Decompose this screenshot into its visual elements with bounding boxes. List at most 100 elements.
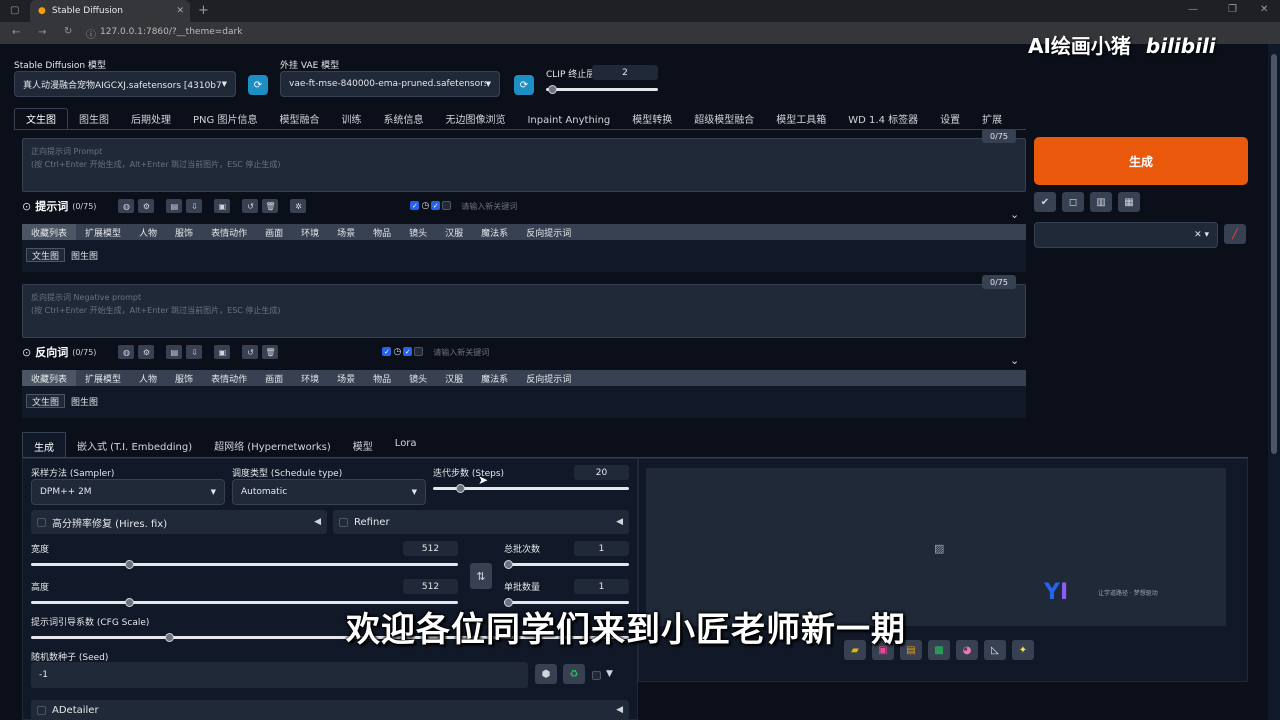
browser-tab[interactable]: ● Stable Diffusion ✕	[30, 0, 190, 22]
generate-button[interactable]: 生成	[1034, 137, 1248, 185]
adetailer-checkbox[interactable]	[37, 705, 46, 715]
main-tab[interactable]: 模型工具箱	[765, 111, 837, 129]
category-tab[interactable]: 魔法系	[472, 224, 517, 240]
reuse-seed-button[interactable]: ♻	[563, 664, 585, 684]
category-tab[interactable]: 收藏列表	[22, 370, 77, 386]
language-icon[interactable]: ◍	[118, 199, 135, 213]
batch-count-input[interactable]: 1	[574, 541, 629, 556]
extra-seed-checkbox[interactable]	[592, 671, 601, 680]
reload-icon[interactable]: ↻	[64, 26, 72, 37]
expand-icon[interactable]: ⌄	[1010, 354, 1019, 367]
collapse-arrow-icon[interactable]: ◀	[314, 517, 321, 527]
collapse-icon[interactable]: ⊙	[22, 346, 31, 359]
main-tab[interactable]: 训练	[330, 111, 372, 129]
main-tab[interactable]: WD 1.4 标签器	[837, 111, 929, 129]
width-slider[interactable]	[31, 560, 458, 569]
schedule-select[interactable]: Automatic ▼	[232, 479, 426, 505]
close-tab-icon[interactable]: ✕	[176, 6, 184, 16]
settings-icon[interactable]: ⚙	[138, 199, 155, 213]
toggle-checkbox[interactable]: ✓	[382, 347, 392, 356]
model-select[interactable]: 真人动漫融合宠物AIGCXJ.safetensors [4310b7l ▼	[14, 71, 236, 97]
sub-tab[interactable]: 图生图	[65, 248, 105, 262]
copy-icon[interactable]: ▣	[214, 345, 231, 359]
toggle-checkbox[interactable]: ✓	[410, 201, 420, 210]
undo-icon[interactable]: ↺	[242, 345, 259, 359]
gear-icon[interactable]: ✲	[290, 199, 307, 213]
trash-icon[interactable]: ▥	[1090, 192, 1112, 212]
main-tab[interactable]: Inpaint Anything	[516, 115, 621, 129]
styles-select[interactable]: ✕ ▾	[1034, 222, 1218, 248]
back-icon[interactable]: ←	[12, 27, 20, 38]
collapse-icon[interactable]: ⊙	[22, 200, 31, 213]
generation-tab[interactable]: 超网络 (Hypernetworks)	[203, 432, 342, 457]
keyword-input[interactable]: 请输入新关键词	[461, 200, 517, 213]
category-tab[interactable]: 表情动作	[202, 224, 256, 240]
sub-tab[interactable]: 图生图	[65, 394, 105, 408]
category-tab[interactable]: 场景	[328, 224, 364, 240]
seed-input[interactable]: -1	[31, 662, 528, 688]
history-icon[interactable]: ▤	[166, 199, 183, 213]
category-tab[interactable]: 收藏列表	[22, 224, 77, 240]
clock-icon[interactable]: ◷	[393, 347, 401, 357]
width-input[interactable]: 512	[403, 541, 458, 556]
category-tab[interactable]: 物品	[364, 370, 400, 386]
generation-tab[interactable]: 生成	[22, 432, 66, 457]
new-tab-icon[interactable]: +	[198, 3, 209, 18]
batch-count-slider-knob[interactable]	[504, 560, 513, 569]
scrollbar-thumb[interactable]	[1271, 54, 1277, 454]
category-tab[interactable]: 扩展模型	[76, 224, 130, 240]
settings-icon[interactable]: ⚙	[138, 345, 155, 359]
collapse-arrow-icon[interactable]: ◀	[616, 517, 623, 527]
collapse-arrow-icon[interactable]: ◀	[616, 705, 623, 715]
sparkle-icon[interactable]: ✦	[1012, 640, 1034, 660]
toggle-checkbox[interactable]: ✓	[403, 347, 413, 356]
category-tab[interactable]: 汉服	[436, 370, 472, 386]
category-tab[interactable]: 环境	[292, 224, 328, 240]
clip-slider[interactable]	[546, 85, 658, 94]
extra-seed-toggle-icon[interactable]: ▼	[606, 669, 613, 679]
refiner-checkbox[interactable]	[339, 517, 348, 527]
hires-checkbox[interactable]	[37, 517, 46, 527]
copy-icon[interactable]: ▣	[214, 199, 231, 213]
sampler-select[interactable]: DPM++ 2M ▼	[31, 479, 225, 505]
main-tab[interactable]: 系统信息	[372, 111, 434, 129]
main-tab[interactable]: PNG 图片信息	[182, 111, 268, 129]
url-field[interactable]: 127.0.0.1:7860/?__theme=dark	[100, 27, 242, 37]
main-tab[interactable]: 模型融合	[268, 111, 330, 129]
adetailer-accordion[interactable]: ADetailer ◀	[31, 700, 629, 720]
generation-tab[interactable]: Lora	[384, 432, 428, 457]
cfg-slider-knob[interactable]	[164, 633, 174, 642]
swap-dimensions-button[interactable]: ⇅	[470, 563, 492, 589]
send-to-img2img-icon[interactable]: ▩	[928, 640, 950, 660]
negative-prompt-textarea[interactable]: 反向提示词 Negative prompt (按 Ctrl+Enter 开始生成…	[22, 284, 1026, 338]
undo-icon[interactable]: ↺	[242, 199, 259, 213]
sub-tab[interactable]: 文生图	[26, 394, 66, 408]
generation-tab[interactable]: 模型	[342, 432, 384, 457]
refiner-accordion[interactable]: Refiner ◀	[333, 510, 629, 534]
main-tab[interactable]: 超级模型融合	[683, 111, 765, 129]
category-tab[interactable]: 反向提示词	[517, 370, 580, 386]
category-tab[interactable]: 人物	[130, 370, 166, 386]
main-tab[interactable]: 扩展	[971, 111, 1013, 129]
clipboard-icon[interactable]: ▦	[1118, 192, 1140, 212]
page-scrollbar[interactable]	[1268, 44, 1280, 720]
category-tab[interactable]: 反向提示词	[517, 224, 580, 240]
forward-icon[interactable]: →	[38, 27, 46, 38]
expand-icon[interactable]: ⌄	[1010, 208, 1019, 221]
language-icon[interactable]: ◍	[118, 345, 135, 359]
refresh-vae-button[interactable]: ⟳	[514, 75, 534, 95]
main-tab[interactable]: 图生图	[68, 111, 120, 129]
main-tab[interactable]: 设置	[929, 111, 971, 129]
category-tab[interactable]: 表情动作	[202, 370, 256, 386]
category-tab[interactable]: 场景	[328, 370, 364, 386]
steps-input[interactable]: 20	[574, 465, 629, 480]
steps-slider[interactable]	[433, 484, 629, 493]
category-tab[interactable]: 服饰	[166, 224, 202, 240]
category-tab[interactable]: 扩展模型	[76, 370, 130, 386]
keyword-input[interactable]: 请输入新关键词	[433, 346, 489, 359]
clip-slider-knob[interactable]	[547, 85, 557, 94]
category-tab[interactable]: 服饰	[166, 370, 202, 386]
hires-fix-accordion[interactable]: 高分辨率修复 (Hires. fix) ◀	[31, 510, 327, 534]
batch-count-slider[interactable]	[504, 560, 629, 569]
category-tab[interactable]: 汉服	[436, 224, 472, 240]
